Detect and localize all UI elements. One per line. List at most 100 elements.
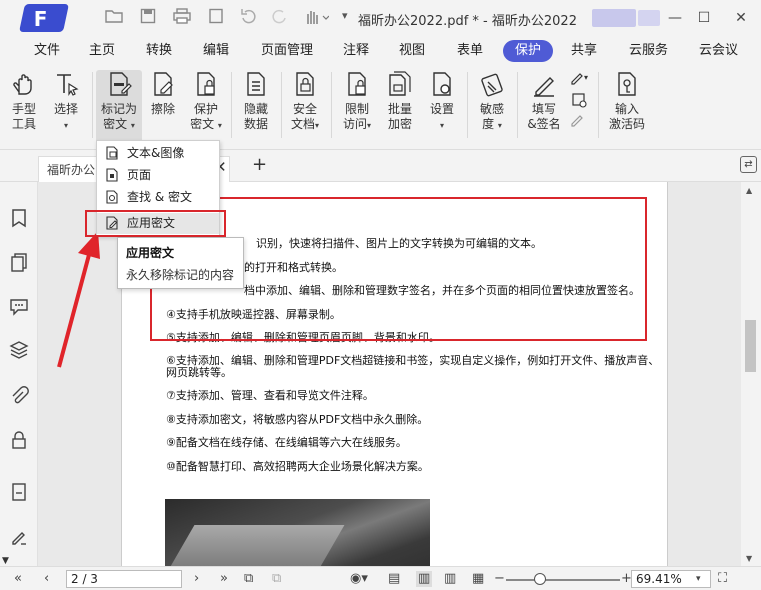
scrollbar-thumb[interactable] [745, 320, 756, 372]
zoom-dropdown-icon[interactable]: ▾ [696, 571, 701, 587]
scroll-up-icon[interactable]: ▲ [746, 186, 752, 195]
fill-sign-button[interactable]: 填写 &签名 [524, 70, 564, 132]
ribbon-toolbar: 手型 工具 选择 ▾ 标记为 密文 ▾ 擦除 保护 密文 ▾ 隐藏 数据 安全 文… [0, 64, 761, 150]
fullscreen-icon[interactable]: ⛶ [718, 571, 727, 587]
next-page-icon[interactable]: › [194, 571, 199, 587]
apply-redaction-highlight [85, 210, 226, 237]
zoom-slider-knob[interactable] [534, 573, 547, 585]
menu-find-redact[interactable]: 查找 & 密文 [97, 187, 219, 208]
secure-document-label: 安全 文档 [290, 102, 317, 131]
last-page-icon[interactable]: » [220, 571, 228, 587]
erase-button[interactable]: 擦除 [146, 70, 180, 117]
undo-icon[interactable] [238, 8, 258, 28]
sensitivity-button[interactable]: 敏感 度 ▾ [474, 70, 510, 133]
hide-data-icon [247, 72, 265, 96]
mark-redaction-button[interactable]: 标记为 密文 ▾ [96, 70, 142, 146]
zoom-slider-track[interactable] [506, 579, 620, 581]
menu-cloud-service[interactable]: 云服务 [622, 40, 675, 62]
single-page-icon[interactable]: ▤ [388, 571, 400, 587]
hand-tool-quick-icon[interactable] [302, 8, 330, 28]
maximize-icon[interactable]: ☐ [694, 8, 714, 28]
restrict-access-button[interactable]: 限制 访问▾ [337, 70, 377, 133]
page-view-icon[interactable] [206, 8, 226, 28]
restrict-access-label: 限制 访问 [342, 102, 369, 131]
menu-protect[interactable]: 保护 [503, 40, 554, 62]
comments-icon[interactable] [9, 296, 29, 316]
hand-tool-button[interactable]: 手型 工具 [6, 70, 42, 132]
settings-label: 设置 [429, 102, 454, 116]
erase-label: 擦除 [150, 102, 175, 116]
layers-icon[interactable] [9, 340, 29, 360]
app-logo[interactable]: F [19, 4, 69, 32]
batch-encrypt-button[interactable]: 批量 加密 [382, 70, 418, 132]
enter-activation-code-button[interactable]: 输入 激活码 [606, 70, 648, 132]
signature-panel-icon[interactable] [9, 526, 29, 546]
minimize-icon[interactable]: — [665, 8, 685, 28]
menu-page[interactable]: 页面 [97, 165, 219, 186]
enter-activation-code-label: 输入 激活码 [608, 102, 645, 131]
hide-data-button[interactable]: 隐藏 数据 [238, 70, 274, 132]
document-tab-label: 福昕办公 [47, 163, 96, 177]
menu-file[interactable]: 文件 [27, 40, 67, 62]
menu-text-image-label: 文本&图像 [127, 146, 185, 160]
previous-page-icon[interactable]: ‹ [44, 571, 49, 587]
activation-code-icon [618, 72, 636, 96]
attachment-icon[interactable] [9, 386, 29, 406]
text-image-icon [106, 146, 118, 160]
menu-share[interactable]: 共享 [564, 40, 604, 62]
close-window-icon[interactable]: ✕ [731, 8, 751, 28]
pen-icon [534, 77, 554, 97]
continuous-page-icon[interactable]: ▥ [416, 571, 433, 587]
ribbon-divider [517, 72, 518, 138]
add-tab-icon[interactable]: + [252, 154, 267, 175]
secure-document-button[interactable]: 安全 文档▾ [287, 70, 323, 133]
menu-view[interactable]: 视图 [392, 40, 432, 62]
page-number-field[interactable]: 2 / 3 [66, 570, 182, 588]
panel-toggle-icon[interactable]: ⇄ [740, 156, 757, 173]
two-page-continuous-icon[interactable]: ▦ [472, 571, 484, 587]
security-lock-icon[interactable] [9, 430, 29, 450]
menu-cloud-meeting[interactable]: 云会议 [692, 40, 745, 62]
pages-thumbnail-icon[interactable] [9, 252, 29, 272]
user-name[interactable] [638, 10, 660, 26]
menu-text-image[interactable]: 文本&图像 [97, 143, 219, 164]
protect-redaction-icon [197, 72, 215, 96]
menu-page-management[interactable]: 页面管理 [254, 40, 320, 62]
redo-icon[interactable] [270, 8, 290, 28]
find-redact-icon [106, 190, 118, 204]
menu-find-redact-label: 查找 & 密文 [127, 190, 192, 204]
page-icon [106, 168, 118, 182]
status-bar: « ‹ 2 / 3 › » ⧉ ⧉ ◉▾ ▤ ▥ ▥ ▦ − + 69.41% … [0, 566, 761, 590]
doc-text-line: ⑩配备智慧打印、高效招聘两大企业场景化解决方案。 [166, 460, 429, 473]
vertical-scrollbar[interactable] [741, 182, 761, 566]
first-page-icon[interactable]: « [14, 571, 22, 587]
svg-text:▾: ▾ [584, 73, 588, 82]
two-page-icon[interactable]: ▥ [444, 571, 456, 587]
settings-button[interactable]: 设置 ▾ [424, 70, 460, 133]
menu-form[interactable]: 表单 [450, 40, 490, 62]
sensitivity-icon [481, 73, 503, 97]
zoom-out-icon[interactable]: − [494, 571, 505, 587]
document-info-icon[interactable] [9, 482, 29, 502]
sidebar-more-icon[interactable]: ▼ [2, 556, 9, 566]
menu-edit[interactable]: 编辑 [196, 40, 236, 62]
select-button[interactable]: 选择 ▾ [50, 70, 82, 133]
sign-tools-button[interactable]: ▾ [568, 68, 592, 132]
bookmark-icon[interactable] [9, 208, 29, 228]
reading-mode-icon[interactable]: ◉▾ [350, 571, 368, 587]
rotate-view-icon[interactable]: ⧉ [244, 571, 253, 587]
ribbon-divider [92, 72, 93, 138]
title-dropdown-icon[interactable]: ▾ [342, 9, 348, 22]
hand-icon [13, 74, 32, 95]
protect-redaction-button[interactable]: 保护 密文 ▾ [186, 70, 226, 133]
user-avatar[interactable] [592, 9, 636, 27]
print-icon[interactable] [172, 8, 192, 28]
open-folder-icon[interactable] [104, 8, 124, 28]
menu-convert[interactable]: 转换 [139, 40, 179, 62]
scroll-down-icon[interactable]: ▼ [746, 554, 752, 563]
menu-home[interactable]: 主页 [82, 40, 122, 62]
protect-redaction-label: 保护 密文 [190, 102, 218, 131]
menu-annotate[interactable]: 注释 [336, 40, 376, 62]
save-icon[interactable] [138, 8, 158, 28]
compare-view-icon[interactable]: ⧉ [272, 571, 281, 587]
